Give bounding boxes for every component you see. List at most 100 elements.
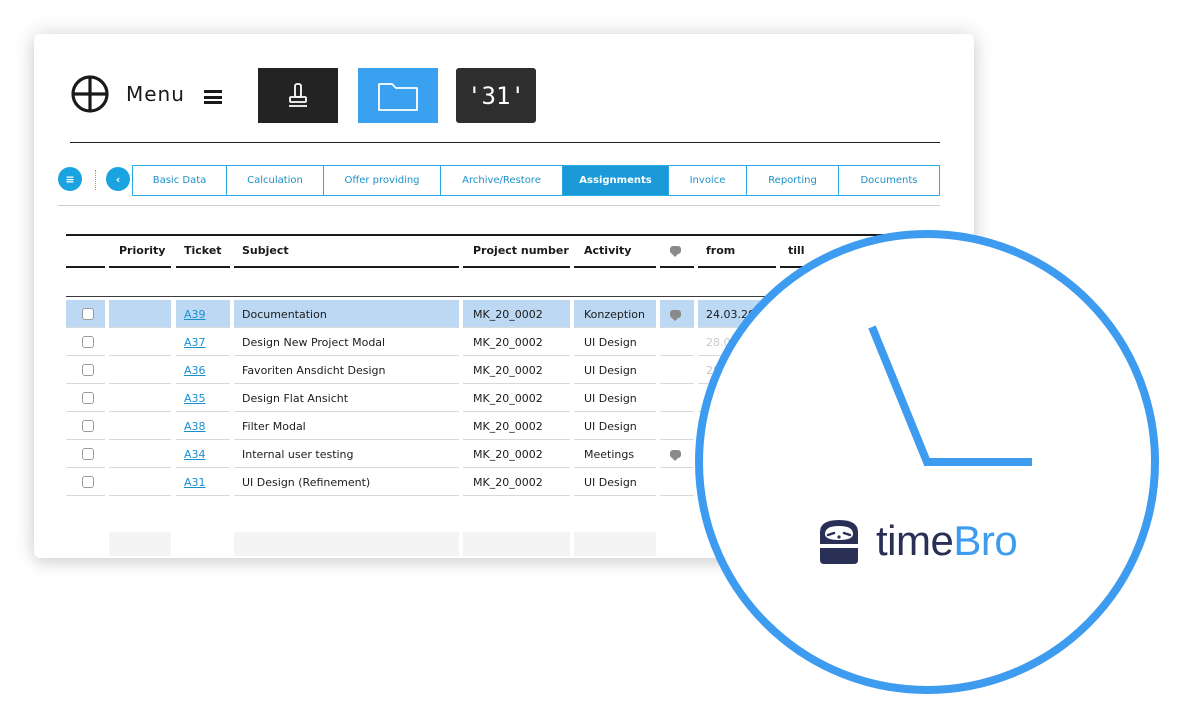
row-checkbox[interactable] [82, 448, 94, 460]
header-project-number[interactable]: Project number [473, 244, 569, 257]
header-rule [109, 266, 171, 268]
row-rule [660, 495, 694, 496]
subject-cell: Filter Modal [242, 420, 306, 433]
from-cell: 17.02.2020 [706, 448, 769, 461]
menu-label[interactable]: Menu [126, 82, 185, 106]
row-checkbox[interactable] [82, 420, 94, 432]
row-cell-bg [860, 328, 928, 355]
activity-cell: Konzeption [584, 308, 645, 321]
tab-row: ≡ ‹ Basic Data Calculation Offer providi… [58, 164, 944, 196]
tab-bar: Basic Data Calculation Offer providing A… [132, 165, 940, 196]
table-row[interactable]: A31 UI Design (Refinement) MK_20_0002 UI De… [66, 468, 928, 496]
table-row[interactable]: A34 Internal user testing MK_20_0002 Meetin… [66, 440, 928, 468]
till-cell: 03.03.2020 [788, 364, 851, 377]
tab-assignments[interactable]: Assignments [563, 166, 669, 195]
row-rule [780, 495, 856, 496]
comment-icon[interactable] [670, 310, 681, 321]
ticket-link[interactable]: A31 [184, 476, 206, 489]
header-subject[interactable]: Subject [242, 244, 289, 257]
tab-invoice[interactable]: Invoice [669, 166, 747, 195]
from-cell: 28.02.2020 [706, 420, 769, 433]
row-rule [234, 495, 459, 496]
row-cell-bg [109, 468, 171, 495]
from-cell: 24.03.2020 [706, 308, 769, 321]
row-cell-bg [109, 328, 171, 355]
header-rule [574, 266, 656, 268]
till-cell: 28.02.2020 [788, 420, 851, 433]
comment-icon[interactable] [670, 450, 681, 461]
row-checkbox[interactable] [82, 364, 94, 376]
subject-cell: Documentation [242, 308, 327, 321]
ticket-link[interactable]: A34 [184, 448, 206, 461]
chevron-left-icon[interactable]: ‹ [106, 167, 130, 191]
activity-cell: UI Design [584, 364, 637, 377]
tab-documents[interactable]: Documents [839, 166, 939, 195]
column-footer [109, 532, 171, 556]
add-circle-icon[interactable] [70, 74, 110, 114]
tab-offer-providing[interactable]: Offer providing [324, 166, 441, 195]
folder-button[interactable] [358, 68, 438, 123]
row-cell-bg [109, 440, 171, 467]
calendar-button[interactable]: '31' [456, 68, 536, 123]
hamburger-icon[interactable] [204, 90, 222, 104]
project-number-cell: MK_20_0002 [473, 448, 543, 461]
stamp-icon [289, 82, 307, 107]
list-menu-button[interactable]: ≡ [58, 167, 82, 191]
till-cell: 08.02.2020 [788, 476, 851, 489]
row-cell-bg [109, 300, 171, 327]
till-cell: 05.04.2020 [788, 308, 851, 321]
project-number-cell: MK_20_0002 [473, 420, 543, 433]
tab-calculation[interactable]: Calculation [227, 166, 324, 195]
row-checkbox[interactable] [82, 392, 94, 404]
ticket-link[interactable]: A35 [184, 392, 206, 405]
row-checkbox[interactable] [82, 476, 94, 488]
row-cell-bg [660, 384, 694, 411]
tab-archive-restore[interactable]: Archive/Restore [441, 166, 563, 195]
ticket-link[interactable]: A38 [184, 420, 206, 433]
ticket-link[interactable]: A36 [184, 364, 206, 377]
table-row[interactable]: A35 Design Flat Ansicht MK_20_0002 UI Desig… [66, 384, 928, 412]
from-cell: 27.01.2020 [706, 476, 769, 489]
row-cell-bg [660, 328, 694, 355]
row-rule [109, 495, 171, 496]
row-checkbox[interactable] [82, 336, 94, 348]
days-left-cell: -45 [870, 476, 888, 489]
header-till[interactable]: till [788, 244, 805, 257]
header-from[interactable]: from [706, 244, 735, 257]
days-left-cell: -26 [870, 448, 888, 461]
from-cell: 28.02.2020 [706, 392, 769, 405]
row-rule [860, 495, 928, 496]
comment-header-icon [670, 246, 681, 257]
header-ticket[interactable]: Ticket [184, 244, 222, 257]
days-left-cell: -21 [870, 364, 888, 377]
activity-cell: UI Design [584, 392, 637, 405]
subject-cell: Design Flat Ansicht [242, 392, 349, 405]
column-footer [463, 532, 570, 556]
table-row[interactable]: A38 Filter Modal MK_20_0002 UI Design 28.02.… [66, 412, 928, 440]
table-row[interactable]: A36 Favoriten Ansdicht Design MK_20_0002 UI… [66, 356, 928, 384]
subject-cell: UI Design (Refinement) [242, 476, 371, 489]
ticket-link[interactable]: A37 [184, 336, 206, 349]
table-row[interactable]: A37 Design New Project Modal MK_20_0002 UI … [66, 328, 928, 356]
stamp-button[interactable] [258, 68, 338, 123]
header-rule [176, 266, 230, 268]
header-priority[interactable]: Priority [119, 244, 165, 257]
tab-basic-data[interactable]: Basic Data [133, 166, 227, 195]
row-cell-bg [109, 412, 171, 439]
days-left-cell: -22 [870, 392, 888, 405]
row-checkbox[interactable] [82, 308, 94, 320]
dotted-separator [95, 170, 96, 190]
tab-reporting[interactable]: Reporting [747, 166, 839, 195]
table-row[interactable]: A39 Documentation MK_20_0002 Konzeption 24.0… [66, 300, 928, 328]
ticket-link[interactable]: A39 [184, 308, 206, 321]
app-window: Menu '31' ≡ ‹ Basic Data Calculation Off… [34, 34, 974, 558]
subject-cell: Favoriten Ansdicht Design [242, 364, 386, 377]
toolbar-divider [70, 142, 940, 143]
till-cell: 02.03.2020 [788, 392, 851, 405]
header-rule [234, 266, 459, 268]
header-days-left[interactable]: Days left [870, 244, 925, 257]
stage: Menu '31' ≡ ‹ Basic Data Calculation Off… [0, 0, 1200, 728]
header-activity[interactable]: Activity [584, 244, 631, 257]
header-rule [66, 266, 105, 268]
table-body-rule [66, 296, 928, 297]
